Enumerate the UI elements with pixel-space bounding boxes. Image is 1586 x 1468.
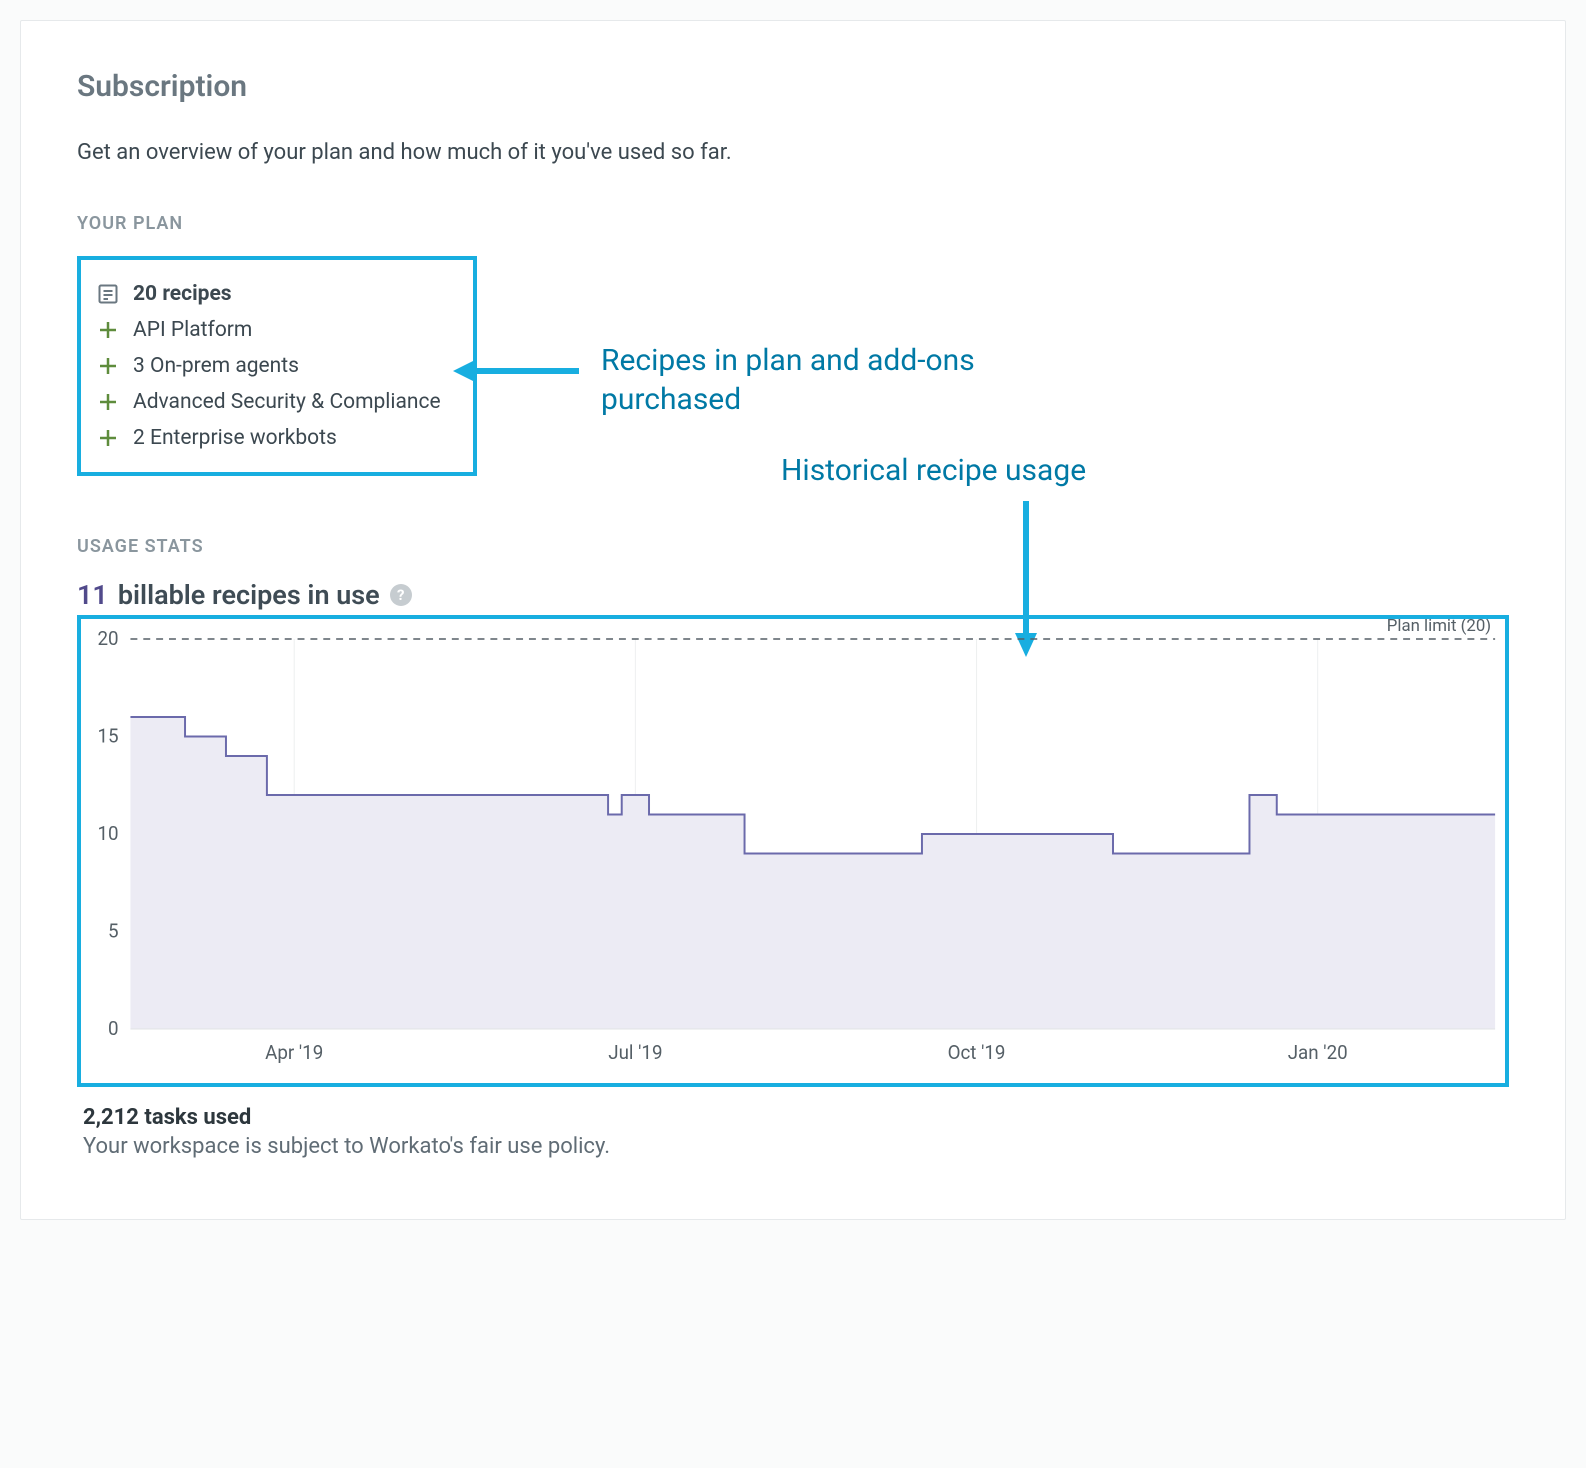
fair-use-note: Your workspace is subject to Workato's f… [83,1134,1509,1159]
annotation-chart-text: Historical recipe usage [781,453,1086,488]
svg-text:20: 20 [97,627,118,650]
plan-item: 3 On-prem agents [97,348,449,384]
plan-item-label: 2 Enterprise workbots [133,426,337,450]
plan-item-label: API Platform [133,318,252,342]
page-subtitle: Get an overview of your plan and how muc… [77,140,1509,165]
subscription-panel: Subscription Get an overview of your pla… [20,20,1566,1220]
usage-header: 11 billable recipes in use ? [77,579,1509,611]
svg-text:10: 10 [97,822,118,845]
annotation-plan-text: Recipes in plan and add-ons purchased [601,343,975,417]
usage-chart-box: Apr '19 Jul '19 Oct '19 Jan '20 0 5 10 15 20 Plan… [77,615,1509,1087]
plus-icon [97,427,119,449]
svg-text:Apr '19: Apr '19 [265,1041,323,1064]
annotation-chart: Historical recipe usage [781,451,1201,490]
tasks-used: 2,212 tasks used [83,1105,1509,1130]
arrow-left-icon [451,351,581,391]
svg-text:15: 15 [97,724,118,747]
plus-icon [97,355,119,377]
svg-text:0: 0 [108,1017,119,1040]
usage-chart: Apr '19 Jul '19 Oct '19 Jan '20 0 5 10 15 20 Plan… [81,619,1505,1079]
usage-count-label: billable recipes in use [118,579,380,611]
plus-icon [97,319,119,341]
svg-text:Plan limit (20): Plan limit (20) [1387,619,1491,636]
plus-icon [97,391,119,413]
plan-headline-text: 20 recipes [133,282,232,306]
annotation-plan: Recipes in plan and add-ons purchased [601,341,1021,419]
plan-item: 2 Enterprise workbots [97,420,449,456]
page-title: Subscription [77,69,1509,104]
plan-item: API Platform [97,312,449,348]
plan-item-label: 3 On-prem agents [133,354,299,378]
svg-text:Jul '19: Jul '19 [608,1041,662,1064]
plan-section-label: YOUR PLAN [77,213,1509,234]
usage-count: 11 [77,579,108,611]
svg-text:Jan '20: Jan '20 [1288,1041,1348,1064]
help-icon[interactable]: ? [390,584,412,606]
plan-item: Advanced Security & Compliance [97,384,449,420]
document-icon [97,283,119,305]
svg-text:Oct '19: Oct '19 [948,1041,1006,1064]
usage-section-label: USAGE STATS [77,536,1509,557]
svg-text:5: 5 [108,919,119,942]
plan-item-label: Advanced Security & Compliance [133,390,441,414]
plan-box: 20 recipes API Platform 3 On-prem agents… [77,256,477,476]
plan-headline: 20 recipes [97,276,449,312]
